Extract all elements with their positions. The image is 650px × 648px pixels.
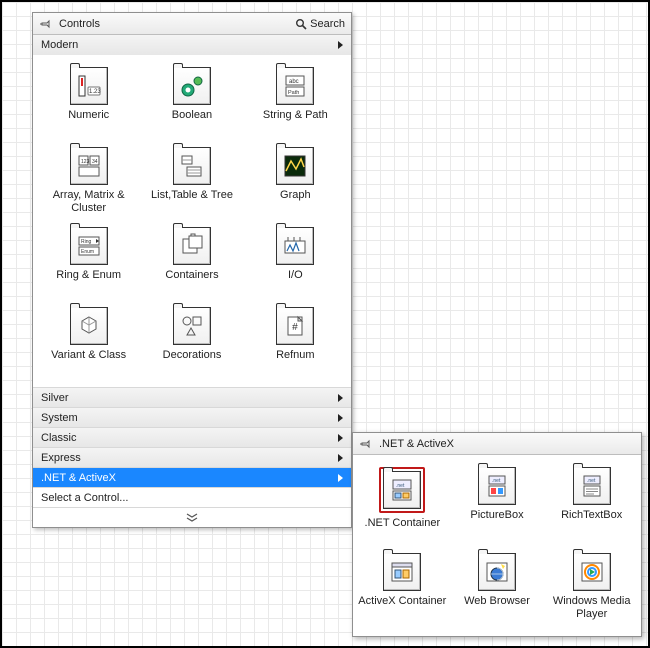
controls-palette: Controls Search Modern 1.23 Numeric [32, 12, 352, 528]
item-refnum[interactable]: # Refnum [244, 305, 347, 381]
search-icon [295, 18, 307, 30]
pin-icon[interactable] [39, 18, 53, 30]
item-array-matrix-cluster[interactable]: 12334 Array, Matrix & Cluster [37, 145, 140, 221]
chevron-right-icon [338, 434, 343, 442]
array-icon: 12334 [70, 147, 108, 185]
svg-text:.net: .net [396, 483, 405, 489]
picturebox-icon: .net [478, 467, 516, 505]
chevron-right-icon [338, 394, 343, 402]
search-button[interactable]: Search [295, 18, 345, 30]
svg-text:34: 34 [92, 159, 98, 165]
category-classic[interactable]: Classic [33, 427, 351, 447]
item-containers[interactable]: Containers [140, 225, 243, 301]
wmp-icon [573, 553, 611, 591]
category-system[interactable]: System [33, 407, 351, 427]
item-windows-media-player[interactable]: Windows Media Player [544, 551, 639, 631]
net-container-icon: .net [383, 471, 421, 509]
svg-text:1.23: 1.23 [89, 89, 101, 95]
item-list-table-tree[interactable]: List,Table & Tree [140, 145, 243, 221]
expand-toggle[interactable] [33, 507, 351, 527]
net-activex-flyout: .NET & ActiveX .net .NET Container .net … [352, 432, 642, 637]
chevron-right-icon [338, 414, 343, 422]
palette-header: Controls Search [33, 13, 351, 35]
refnum-icon: # [276, 307, 314, 345]
item-boolean[interactable]: Boolean [140, 65, 243, 141]
item-decorations[interactable]: Decorations [140, 305, 243, 381]
item-activex-container[interactable]: ActiveX Container [355, 551, 450, 631]
chevron-right-icon [338, 474, 343, 482]
chevrons-down-icon [186, 513, 198, 523]
item-io[interactable]: I/O [244, 225, 347, 301]
palette-title: Controls [59, 18, 100, 30]
web-browser-icon [478, 553, 516, 591]
io-icon [276, 227, 314, 265]
item-string-path[interactable]: abcPath String & Path [244, 65, 347, 141]
item-richtextbox[interactable]: .net RichTextBox [544, 465, 639, 545]
palette-icon-grid: 1.23 Numeric Boolean abcPath String & Pa… [33, 55, 351, 387]
category-select-control[interactable]: Select a Control... [33, 487, 351, 507]
chevron-right-icon [338, 41, 343, 49]
activex-container-icon [383, 553, 421, 591]
list-table-tree-icon [173, 147, 211, 185]
item-web-browser[interactable]: Web Browser [450, 551, 545, 631]
search-label: Search [310, 18, 345, 30]
svg-text:Path: Path [288, 90, 299, 96]
svg-text:.net: .net [492, 478, 501, 484]
item-net-container[interactable]: .net .NET Container [355, 465, 450, 545]
flyout-title: .NET & ActiveX [379, 438, 454, 450]
svg-text:Enum: Enum [81, 249, 94, 255]
item-graph[interactable]: Graph [244, 145, 347, 221]
chevron-right-icon [338, 454, 343, 462]
numeric-icon: 1.23 [70, 67, 108, 105]
graph-icon [276, 147, 314, 185]
containers-icon [173, 227, 211, 265]
category-express[interactable]: Express [33, 447, 351, 467]
richtextbox-icon: .net [573, 467, 611, 505]
item-ring-enum[interactable]: RingEnum Ring & Enum [37, 225, 140, 301]
ring-enum-icon: Ring Enum [70, 227, 108, 265]
highlight-frame: .net [379, 467, 425, 513]
item-numeric[interactable]: 1.23 Numeric [37, 65, 140, 141]
category-modern[interactable]: Modern [33, 35, 351, 55]
pin-icon[interactable] [359, 438, 373, 450]
svg-text:.net: .net [587, 478, 596, 484]
block-diagram-canvas[interactable]: Controls Search Modern 1.23 Numeric [0, 0, 650, 648]
svg-text:Ring: Ring [81, 239, 92, 245]
item-picturebox[interactable]: .net PictureBox [450, 465, 545, 545]
svg-text:#: # [292, 322, 298, 333]
svg-text:123: 123 [81, 159, 90, 165]
variant-class-icon [70, 307, 108, 345]
svg-text:abc: abc [289, 79, 299, 85]
decorations-icon [173, 307, 211, 345]
flyout-header: .NET & ActiveX [353, 433, 641, 455]
category-net-activex[interactable]: .NET & ActiveX [33, 467, 351, 487]
category-silver[interactable]: Silver [33, 387, 351, 407]
flyout-icon-grid: .net .NET Container .net PictureBox .net… [353, 455, 641, 635]
string-path-icon: abc Path [276, 67, 314, 105]
boolean-icon [173, 67, 211, 105]
item-variant-class[interactable]: Variant & Class [37, 305, 140, 381]
